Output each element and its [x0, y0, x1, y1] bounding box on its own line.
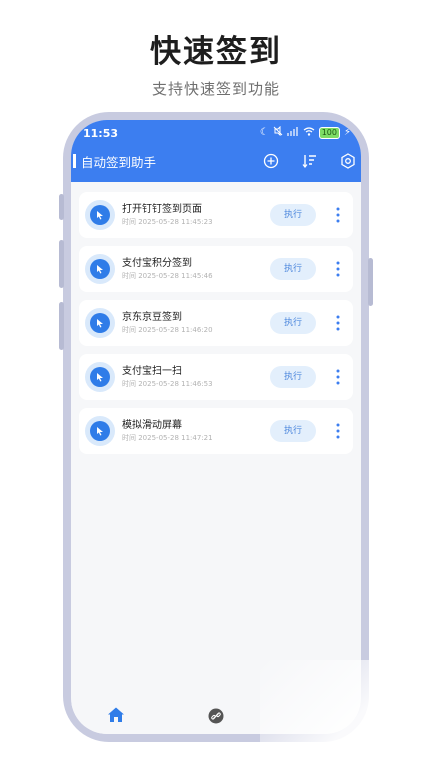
phone-frame: 11:53 ☾ 100 ⚡ 自动签到助手 打开钉钉签到页面 时间 2025-05…: [59, 112, 373, 742]
corner-fade: [260, 660, 432, 768]
settings-icon[interactable]: [339, 152, 357, 170]
promo-subtitle: 支持快速签到功能: [151, 80, 280, 98]
cursor-icon: [85, 254, 115, 284]
phone-side-button: [59, 302, 64, 350]
cursor-icon: [85, 200, 115, 230]
task-name: 京东京豆签到: [122, 312, 182, 323]
task-time: 时间 2025-05-28 11:46:53: [122, 380, 213, 388]
moon-icon: ☾: [259, 127, 269, 138]
cursor-icon: [85, 416, 115, 446]
task-time: 时间 2025-05-28 11:45:23: [122, 218, 213, 226]
sort-icon[interactable]: [301, 152, 319, 170]
promo-title: 快速签到: [150, 34, 282, 70]
more-vertical-icon[interactable]: [335, 314, 341, 332]
link-icon[interactable]: [208, 708, 224, 724]
task-name: 打开钉钉签到页面: [122, 204, 202, 215]
more-vertical-icon[interactable]: [335, 422, 341, 440]
task-time: 时间 2025-05-28 11:46:20: [122, 326, 213, 334]
signal-icon: [286, 126, 299, 139]
phone-side-button: [59, 240, 64, 288]
execute-button[interactable]: 执行: [270, 312, 316, 334]
phone-screen: 11:53 ☾ 100 ⚡ 自动签到助手 打开钉钉签到页面 时间 2025-05…: [71, 120, 361, 734]
task-card[interactable]: 京东京豆签到 时间 2025-05-28 11:46:20 执行: [79, 300, 353, 346]
execute-button[interactable]: 执行: [270, 258, 316, 280]
title-accent-bar: [73, 154, 76, 168]
task-list: 打开钉钉签到页面 时间 2025-05-28 11:45:23 执行 支付宝积分…: [79, 192, 353, 462]
task-time: 时间 2025-05-28 11:45:46: [122, 272, 213, 280]
task-card[interactable]: 支付宝积分签到 时间 2025-05-28 11:45:46 执行: [79, 246, 353, 292]
app-title: 自动签到助手: [81, 155, 157, 170]
more-vertical-icon[interactable]: [335, 206, 341, 224]
status-icons: ☾ 100 ⚡: [259, 125, 351, 139]
task-card[interactable]: 支付宝扫一扫 时间 2025-05-28 11:46:53 执行: [79, 354, 353, 400]
more-vertical-icon[interactable]: [335, 368, 341, 386]
task-time: 时间 2025-05-28 11:47:21: [122, 434, 213, 442]
wifi-icon: [303, 126, 315, 139]
execute-button[interactable]: 执行: [270, 366, 316, 388]
execute-button[interactable]: 执行: [270, 420, 316, 442]
task-name: 支付宝扫一扫: [122, 366, 182, 377]
status-time: 11:53: [83, 127, 119, 140]
cursor-icon: [85, 362, 115, 392]
phone-side-button: [368, 258, 373, 306]
task-card[interactable]: 模拟滑动屏幕 时间 2025-05-28 11:47:21 执行: [79, 408, 353, 454]
task-name: 模拟滑动屏幕: [122, 420, 182, 431]
execute-button[interactable]: 执行: [270, 204, 316, 226]
mute-icon: [273, 125, 283, 139]
cursor-icon: [85, 308, 115, 338]
phone-side-button: [59, 194, 64, 220]
more-vertical-icon[interactable]: [335, 260, 341, 278]
battery-icon: 100: [318, 126, 340, 139]
task-card[interactable]: 打开钉钉签到页面 时间 2025-05-28 11:45:23 执行: [79, 192, 353, 238]
add-circle-icon[interactable]: [262, 152, 280, 170]
task-name: 支付宝积分签到: [122, 258, 192, 269]
charging-icon: ⚡: [343, 127, 351, 138]
app-header: 11:53 ☾ 100 ⚡ 自动签到助手: [71, 120, 361, 182]
home-icon[interactable]: [107, 706, 125, 724]
